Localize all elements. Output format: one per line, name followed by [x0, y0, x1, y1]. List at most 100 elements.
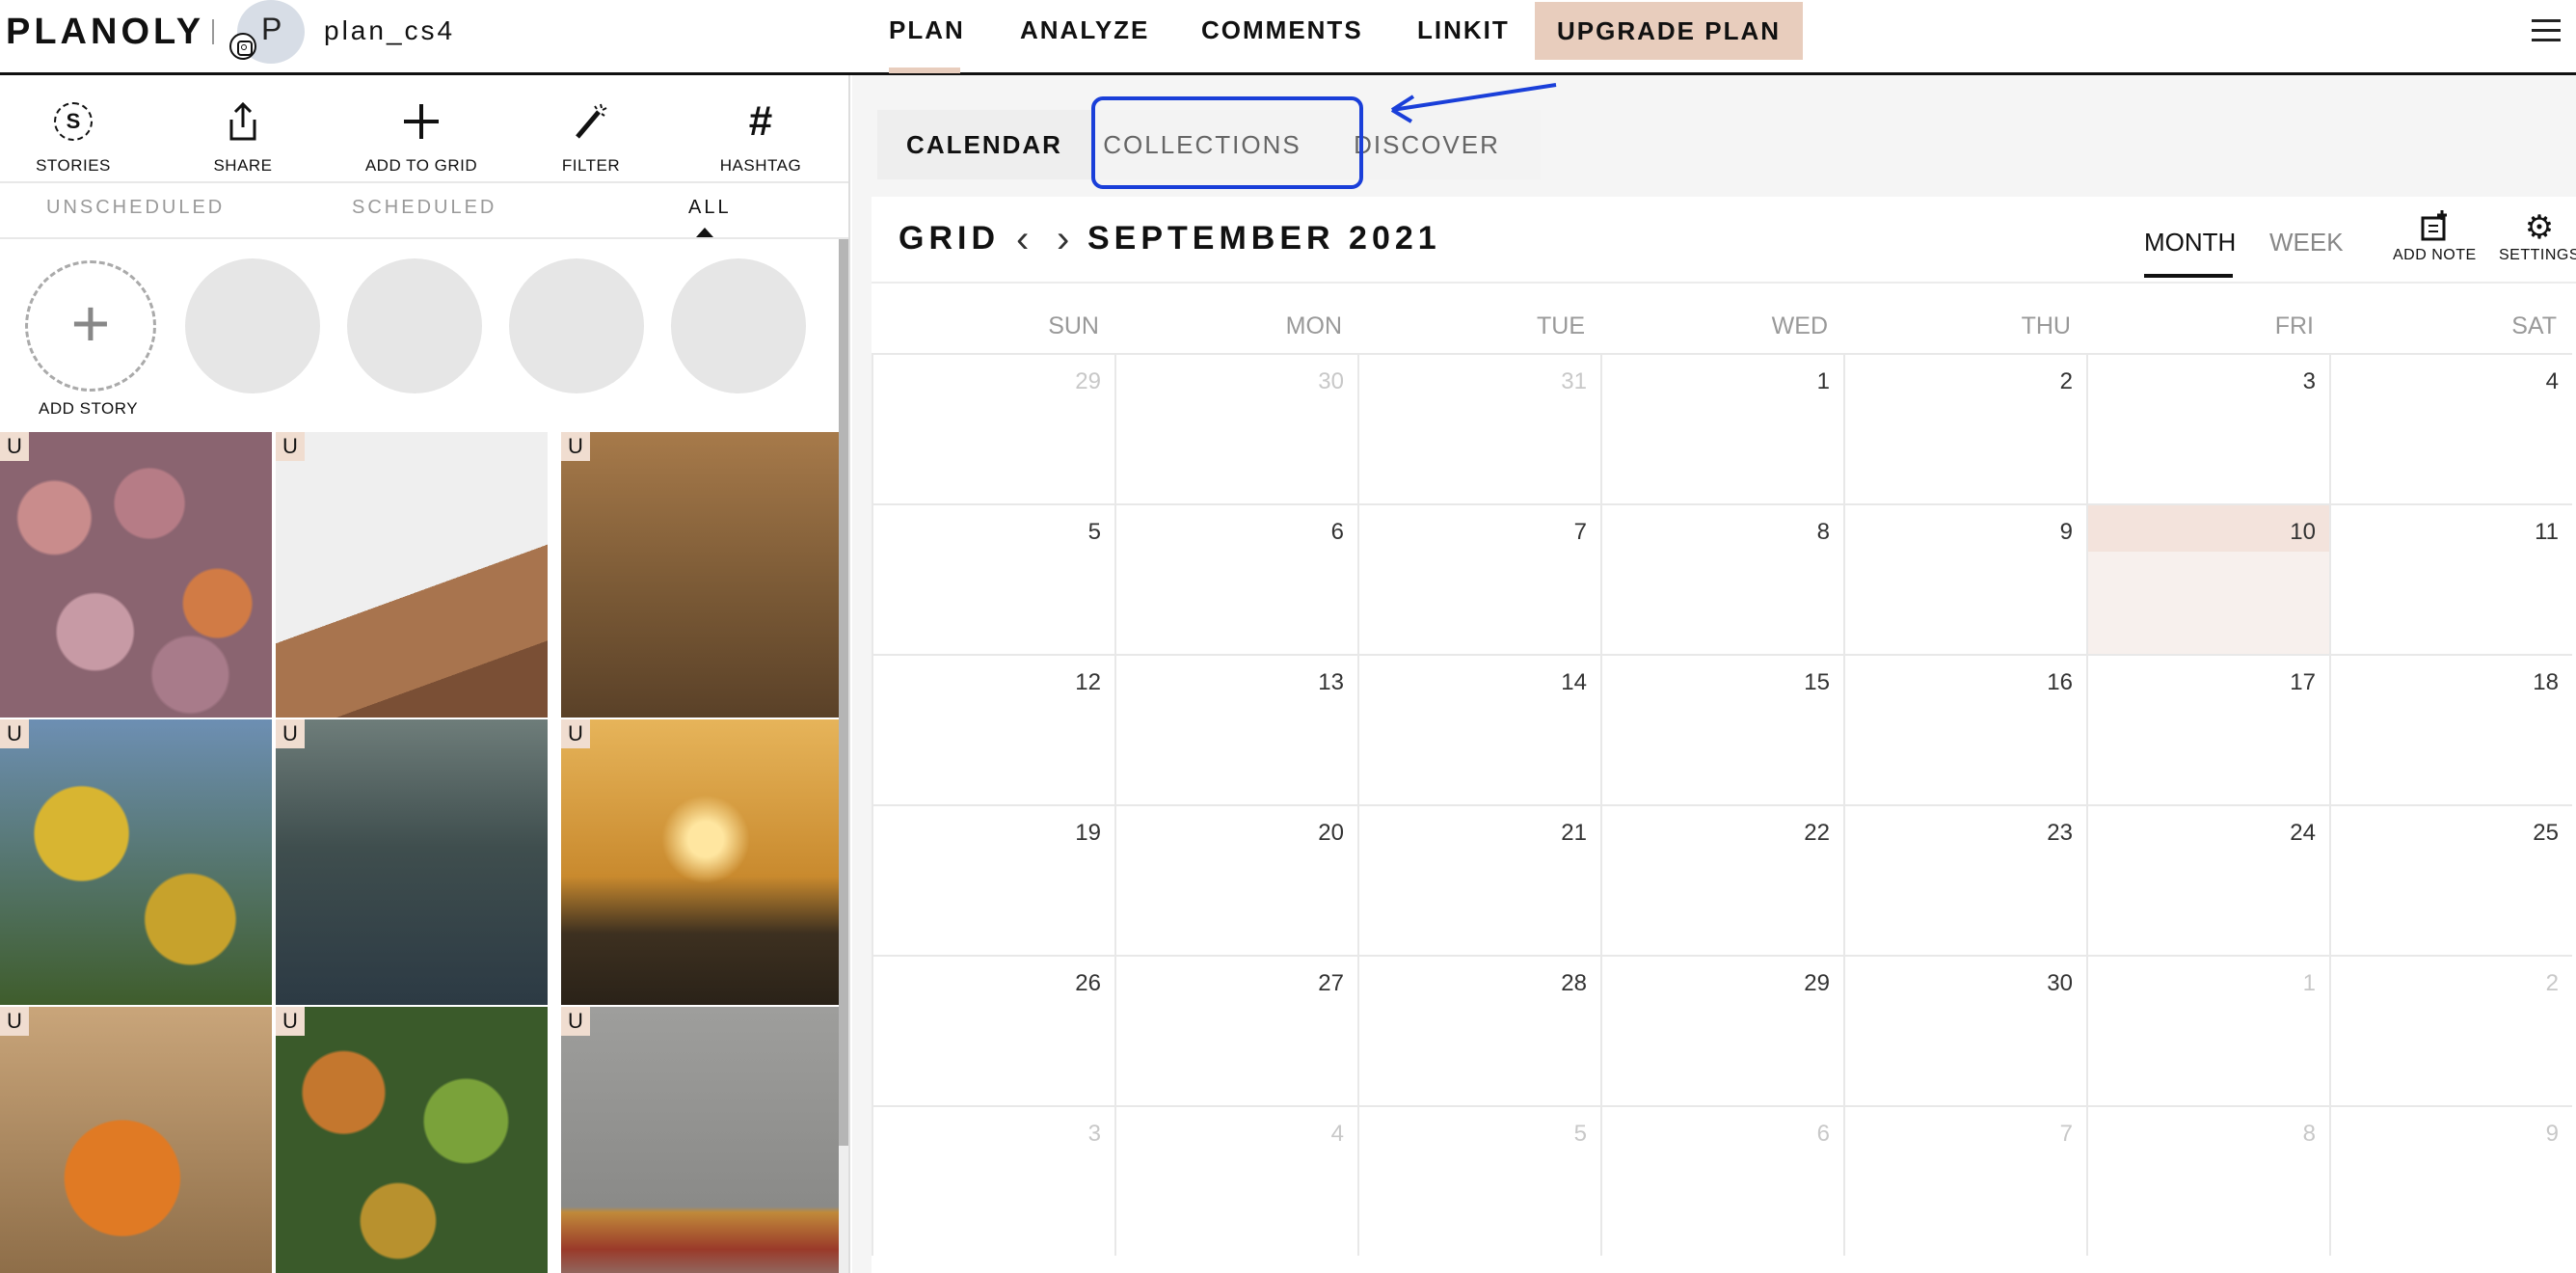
day-number: 15 [1804, 669, 1830, 695]
hashtag-tool-button[interactable]: # HASHTAG [684, 93, 838, 176]
nav-comments[interactable]: COMMENTS [1201, 15, 1363, 45]
day-number: 19 [1075, 820, 1101, 846]
calendar-day-cell[interactable]: 6 [1600, 1105, 1843, 1256]
day-number: 10 [2290, 519, 2316, 545]
day-number: 11 [2535, 519, 2559, 545]
planoly-logo[interactable]: PLANOLY [6, 12, 204, 53]
add-note-label: ADD NOTE [2393, 247, 2477, 263]
next-month-icon[interactable]: › [1057, 218, 1069, 261]
calendar-day-cell[interactable]: 22 [1600, 804, 1843, 955]
account-name[interactable]: plan_cs4 [324, 15, 455, 46]
weekday-label: SAT [2511, 312, 2557, 339]
nav-linkit[interactable]: LINKIT [1417, 15, 1510, 45]
calendar-day-cell[interactable]: 7 [1843, 1105, 2086, 1256]
nav-plan-active-indicator [889, 68, 960, 73]
filter-tab-all[interactable]: ALL [688, 197, 732, 219]
calendar-day-cell[interactable]: 8 [1600, 503, 1843, 654]
day-number: 26 [1075, 970, 1101, 996]
share-tool-button[interactable]: SHARE [166, 93, 320, 176]
day-number: 3 [1087, 1121, 1101, 1147]
calendar-day-cell[interactable]: 26 [872, 955, 1114, 1105]
day-number: 14 [1561, 669, 1587, 695]
grid-post-tile[interactable]: U [276, 719, 548, 1005]
week-view-button[interactable]: WEEK [2269, 228, 2344, 257]
calendar-day-cell[interactable]: 8 [2086, 1105, 2329, 1256]
weekday-header-row: SUN MON TUE WED THU FRI SAT [872, 285, 2576, 353]
calendar-day-cell[interactable]: 20 [1114, 804, 1357, 955]
plus-icon [344, 93, 498, 150]
grid-post-tile[interactable]: U [0, 432, 272, 718]
grid-post-tile[interactable]: U [0, 719, 272, 1005]
calendar-day-cell[interactable]: 6 [1114, 503, 1357, 654]
calendar-day-cell[interactable]: 19 [872, 804, 1114, 955]
calendar-day-cell[interactable]: 31 [1357, 353, 1600, 503]
day-number: 24 [2290, 820, 2316, 846]
hamburger-menu-icon[interactable] [2532, 19, 2561, 42]
calendar-day-cell[interactable]: 27 [1114, 955, 1357, 1105]
calendar-day-cell[interactable]: 15 [1600, 654, 1843, 804]
calendar-day-cell[interactable]: 24 [2086, 804, 2329, 955]
unscheduled-badge: U [276, 1007, 305, 1036]
calendar-day-cell[interactable]: 23 [1843, 804, 2086, 955]
day-number: 23 [2047, 820, 2073, 846]
filter-tool-button[interactable]: FILTER [514, 93, 668, 176]
calendar-day-cell[interactable]: 12 [872, 654, 1114, 804]
calendar-day-cell[interactable]: 2 [1843, 353, 2086, 503]
grid-post-tile[interactable]: U [276, 1007, 548, 1273]
nav-plan[interactable]: PLAN [889, 15, 965, 45]
collections-highlight-annotation [1091, 96, 1363, 189]
calendar-day-cell[interactable]: 3 [872, 1105, 1114, 1256]
calendar-day-cell[interactable]: 2 [2329, 955, 2572, 1105]
calendar-day-cell[interactable]: 4 [1114, 1105, 1357, 1256]
calendar-day-cell[interactable]: 25 [2329, 804, 2572, 955]
grid-post-tile[interactable]: U [276, 432, 548, 718]
calendar-day-cell[interactable]: 7 [1357, 503, 1600, 654]
calendar-day-cell[interactable]: 29 [872, 353, 1114, 503]
grid-post-tile[interactable]: U [561, 432, 848, 718]
day-number: 7 [1573, 519, 1587, 545]
calendar-day-cell[interactable]: 13 [1114, 654, 1357, 804]
nav-analyze[interactable]: ANALYZE [1020, 15, 1149, 45]
calendar-day-cell[interactable]: 18 [2329, 654, 2572, 804]
calendar-day-cell[interactable]: 28 [1357, 955, 1600, 1105]
upgrade-plan-button[interactable]: UPGRADE PLAN [1535, 2, 1803, 60]
month-view-button[interactable]: MONTH [2144, 228, 2236, 257]
media-scrollbar-thumb[interactable] [839, 239, 848, 1146]
calendar-day-cell[interactable]: 4 [2329, 353, 2572, 503]
day-number: 27 [1318, 970, 1344, 996]
calendar-day-cell[interactable]: 3 [2086, 353, 2329, 503]
instagram-icon [229, 33, 256, 60]
calendar-day-cell[interactable]: 29 [1600, 955, 1843, 1105]
calendar-day-cell[interactable]: 1 [2086, 955, 2329, 1105]
calendar-day-cell[interactable]: 5 [872, 503, 1114, 654]
filter-tab-scheduled[interactable]: SCHEDULED [352, 197, 496, 219]
grid-post-tile[interactable]: U [0, 1007, 272, 1273]
share-tool-label: SHARE [213, 156, 273, 175]
filter-tab-unscheduled[interactable]: UNSCHEDULED [46, 197, 225, 219]
stories-icon: S [0, 93, 150, 150]
add-to-grid-button[interactable]: ADD TO GRID [344, 93, 498, 176]
grid-post-tile[interactable]: U [561, 1007, 848, 1273]
calendar-day-cell[interactable]: 9 [2329, 1105, 2572, 1256]
calendar-day-cell[interactable]: 30 [1114, 353, 1357, 503]
settings-button[interactable]: ⚙ SETTINGS [2499, 208, 2576, 264]
previous-month-icon[interactable]: ‹ [1016, 218, 1029, 261]
calendar-day-cell[interactable]: 10 [2086, 503, 2329, 654]
grid-post-tile[interactable]: U [561, 719, 848, 1005]
magic-wand-icon [514, 93, 668, 150]
calendar-day-cell[interactable]: 17 [2086, 654, 2329, 804]
day-number: 9 [2545, 1121, 2559, 1147]
calendar-day-cell[interactable]: 21 [1357, 804, 1600, 955]
calendar-day-cell[interactable]: 30 [1843, 955, 2086, 1105]
tab-calendar[interactable]: CALENDAR [877, 110, 1091, 179]
stories-tool-button[interactable]: S STORIES [0, 93, 150, 176]
calendar-day-cell[interactable]: 1 [1600, 353, 1843, 503]
calendar-day-cell[interactable]: 14 [1357, 654, 1600, 804]
add-story-button[interactable]: + [25, 260, 156, 392]
calendar-day-cell[interactable]: 16 [1843, 654, 2086, 804]
add-note-button[interactable]: ADD NOTE [2393, 208, 2477, 264]
calendar-day-cell[interactable]: 5 [1357, 1105, 1600, 1256]
calendar-day-cell[interactable]: 11 [2329, 503, 2572, 654]
calendar-day-cell[interactable]: 9 [1843, 503, 2086, 654]
day-number: 9 [2059, 519, 2073, 545]
